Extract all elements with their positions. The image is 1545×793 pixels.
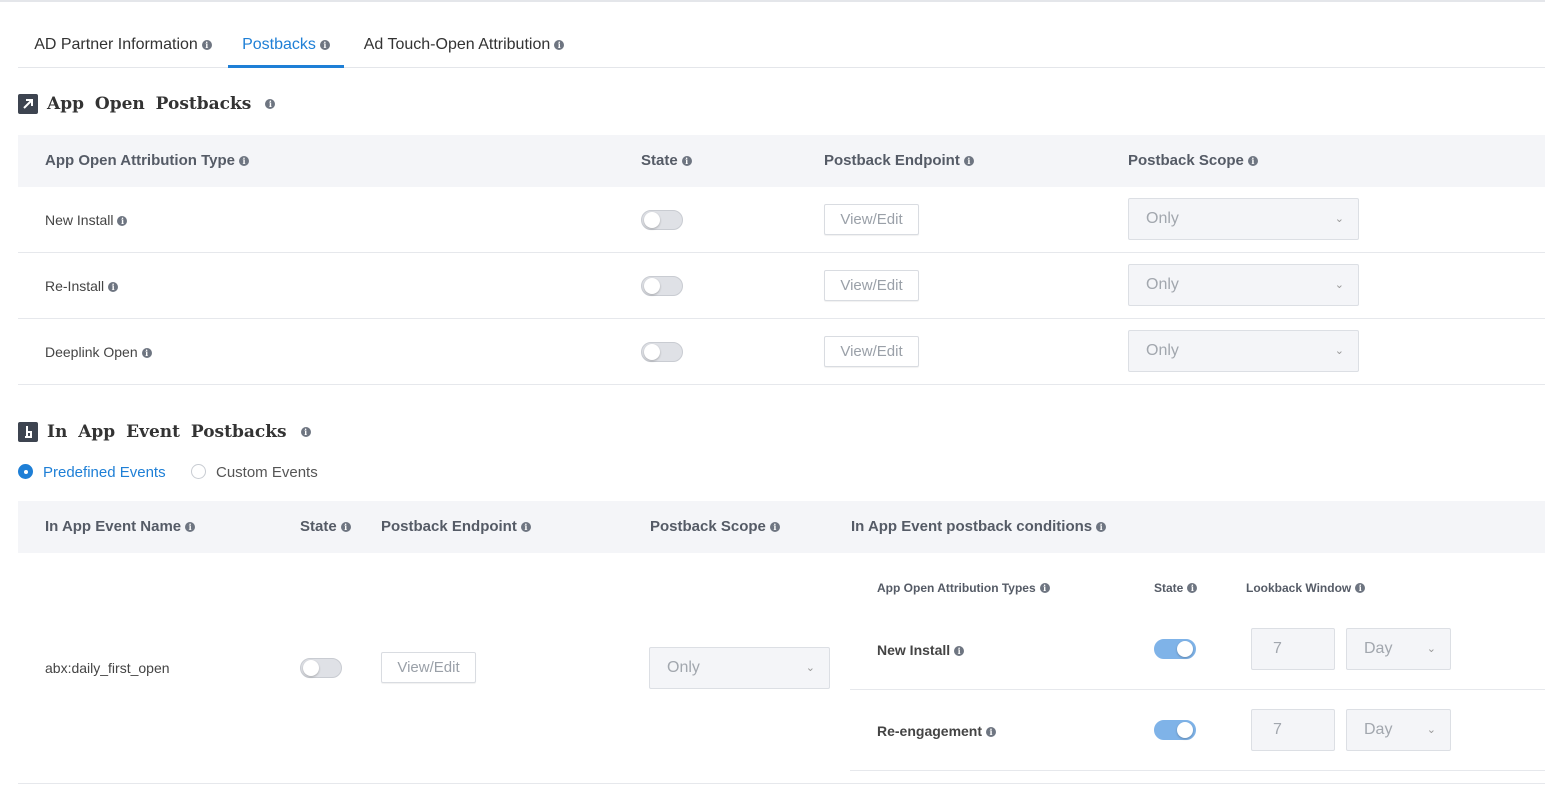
tab-label: AD Partner Information <box>34 36 198 53</box>
tab-ad-partner-information[interactable]: AD Partner Information i <box>18 22 228 68</box>
lookback-unit-select[interactable]: Day ⌄ <box>1346 709 1451 751</box>
chevron-down-icon: ⌄ <box>1334 345 1344 357</box>
sub-row-divider <box>850 689 1545 690</box>
info-icon: i <box>520 522 531 532</box>
tab-label: Ad Touch-Open Attribution <box>363 36 551 53</box>
table-row: Deeplink Open i View/Edit Only ⌄ <box>18 319 1545 385</box>
info-icon: i <box>108 282 119 292</box>
info-icon: i <box>141 348 152 358</box>
chevron-down-icon: ⌄ <box>805 662 815 674</box>
radio-label-predefined-events[interactable]: Predefined Events <box>43 464 166 481</box>
in-app-table-header: In App Event Name i State i Postback Endpo… <box>18 501 1545 553</box>
tab-ad-touch-open-attribution[interactable]: Ad Touch-Open Attribution i <box>344 22 584 68</box>
header-postback-scope: Postback Scope i <box>650 501 780 553</box>
state-toggle[interactable] <box>641 342 683 362</box>
state-toggle[interactable] <box>641 210 683 230</box>
info-icon: i <box>554 40 565 50</box>
header-state: State i <box>300 501 351 553</box>
lookback-unit-select[interactable]: Day ⌄ <box>1346 628 1451 670</box>
sub-header-lookback-window: Lookback Window i <box>1246 581 1366 595</box>
header-postback-conditions: In App Event postback conditions i <box>851 501 1107 553</box>
radio-predefined-events[interactable] <box>18 464 33 479</box>
postback-scope-select[interactable]: Only ⌄ <box>1128 330 1359 372</box>
info-icon: i <box>319 40 330 50</box>
radio-custom-events[interactable] <box>191 464 206 479</box>
row-label: New Install i <box>45 212 128 228</box>
section-title-text: App Open Postbacks <box>47 94 252 114</box>
info-icon: i <box>954 646 965 656</box>
postback-scope-select[interactable]: Only ⌄ <box>1128 198 1359 240</box>
info-icon: i <box>1187 583 1198 593</box>
view-edit-button[interactable]: View/Edit <box>824 336 919 367</box>
table-row: abx:daily_first_open View/Edit Only ⌄ App… <box>18 553 1545 784</box>
info-icon: i <box>238 156 249 166</box>
chevron-down-icon: ⌄ <box>1334 213 1344 225</box>
info-icon: i <box>300 427 311 437</box>
sub-header-state: State i <box>1154 581 1198 595</box>
tab-label: Postbacks <box>242 36 316 53</box>
table-row: Re-Install i View/Edit Only ⌄ <box>18 253 1545 319</box>
info-icon: i <box>1355 583 1366 593</box>
chevron-down-icon: ⌄ <box>1426 643 1436 655</box>
header-postback-scope: Postback Scope i <box>1128 135 1258 187</box>
chevron-down-icon: ⌄ <box>1426 724 1436 736</box>
info-icon: i <box>265 99 276 109</box>
condition-label-re-engagement: Re-engagement i <box>877 723 997 739</box>
section-title-text: In App Event Postbacks <box>47 422 287 442</box>
app-open-postbacks-title: App Open Postbacks i <box>18 94 276 114</box>
header-postback-endpoint: Postback Endpoint i <box>381 501 531 553</box>
info-icon: i <box>769 522 780 532</box>
radio-label-custom-events[interactable]: Custom Events <box>216 464 318 481</box>
info-icon: i <box>986 727 997 737</box>
chevron-down-icon: ⌄ <box>1334 279 1344 291</box>
top-divider <box>0 0 1545 2</box>
header-in-app-event-name: In App Event Name i <box>45 501 196 553</box>
view-edit-button[interactable]: View/Edit <box>381 652 476 683</box>
lookback-value-input[interactable]: 7 <box>1251 709 1335 751</box>
row-label: Deeplink Open i <box>45 344 152 360</box>
sub-header-attribution-types: App Open Attribution Types i <box>877 581 1050 595</box>
tab-bar: AD Partner Information i Postbacks i Ad To… <box>18 22 1545 68</box>
header-postback-endpoint: Postback Endpoint i <box>824 135 974 187</box>
condition-state-toggle[interactable] <box>1154 720 1196 740</box>
lookback-value-input[interactable]: 7 <box>1251 628 1335 670</box>
app-open-table-header: App Open Attribution Type i State i Postba… <box>18 135 1545 187</box>
info-icon: i <box>1247 156 1258 166</box>
tab-postbacks[interactable]: Postbacks i <box>228 22 344 68</box>
header-attribution-type: App Open Attribution Type i <box>45 135 249 187</box>
info-icon: i <box>185 522 196 532</box>
postback-scope-select[interactable]: Only ⌄ <box>649 647 830 689</box>
sub-row-divider <box>850 770 1545 771</box>
postback-scope-select[interactable]: Only ⌄ <box>1128 264 1359 306</box>
row-label: Re-Install i <box>45 278 119 294</box>
info-icon: i <box>963 156 974 166</box>
state-toggle[interactable] <box>641 276 683 296</box>
view-edit-button[interactable]: View/Edit <box>824 204 919 235</box>
state-toggle[interactable] <box>300 658 342 678</box>
info-icon: i <box>1039 583 1050 593</box>
info-icon: i <box>201 40 212 50</box>
info-icon: i <box>681 156 692 166</box>
condition-label-new-install: New Install i <box>877 642 965 658</box>
table-row: New Install i View/Edit Only ⌄ <box>18 187 1545 253</box>
header-state: State i <box>641 135 692 187</box>
info-icon: i <box>117 216 128 226</box>
info-icon: i <box>340 522 351 532</box>
event-name: abx:daily_first_open <box>45 660 170 676</box>
info-icon: i <box>1096 522 1107 532</box>
condition-state-toggle[interactable] <box>1154 639 1196 659</box>
arrow-up-right-icon <box>18 94 38 114</box>
view-edit-button[interactable]: View/Edit <box>824 270 919 301</box>
in-app-event-postbacks-title: In App Event Postbacks i <box>18 422 311 442</box>
touch-icon <box>18 422 38 442</box>
